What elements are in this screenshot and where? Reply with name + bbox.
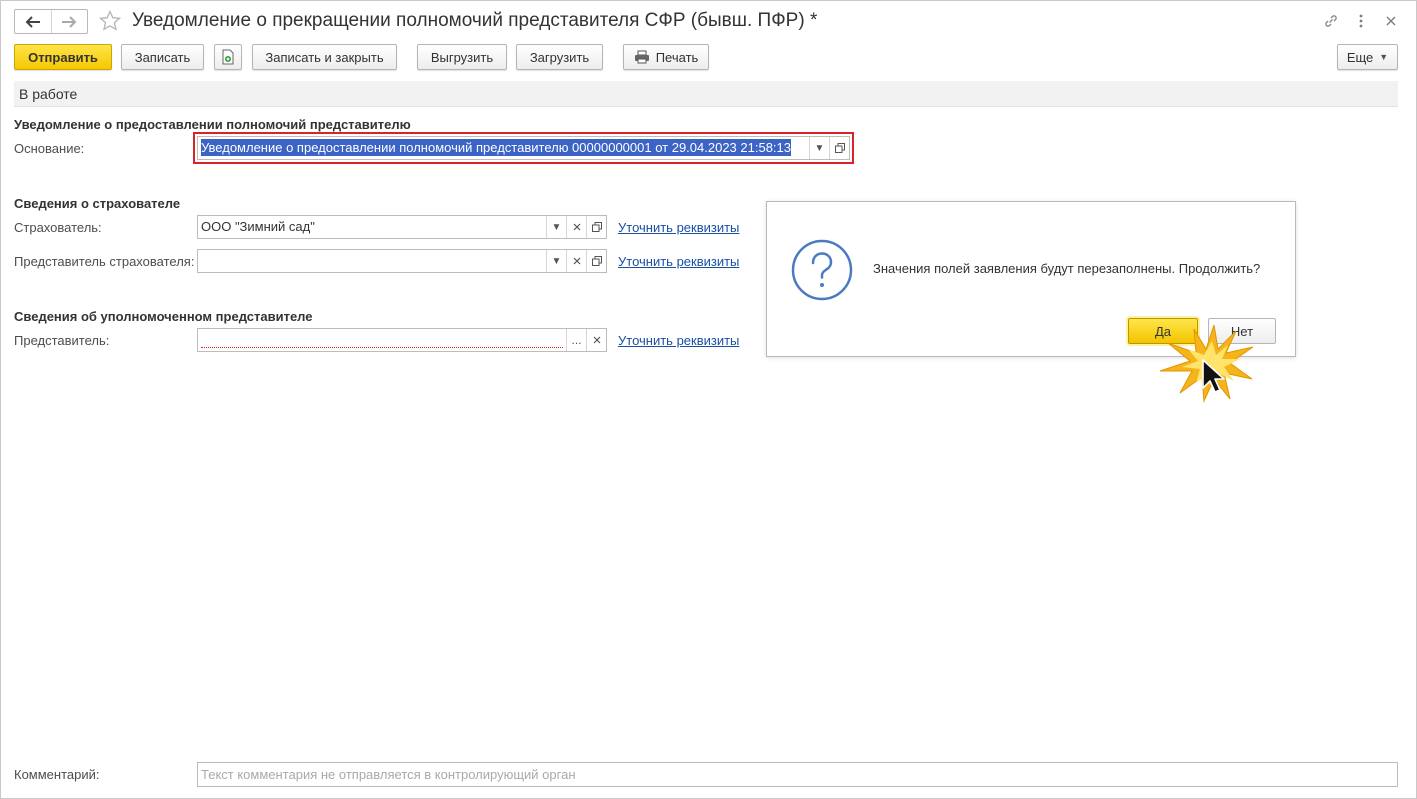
basis-field[interactable]: Уведомление о предоставлении полномочий … bbox=[197, 136, 850, 160]
insurer-rep-value bbox=[198, 250, 546, 272]
clear-icon bbox=[573, 223, 580, 231]
insurer-value: ООО "Зимний сад" bbox=[201, 219, 315, 234]
window-title: Уведомление о прекращении полномочий пре… bbox=[132, 10, 818, 31]
question-icon bbox=[791, 239, 853, 301]
send-button[interactable]: Отправить bbox=[14, 44, 112, 70]
representative-clear-button[interactable] bbox=[586, 329, 606, 351]
open-window-icon bbox=[591, 256, 602, 266]
save-and-close-button[interactable]: Записать и закрыть bbox=[252, 44, 397, 70]
close-button[interactable] bbox=[1380, 10, 1402, 32]
required-marker bbox=[201, 347, 563, 348]
insurer-rep-dropdown-button[interactable]: ▼ bbox=[546, 250, 566, 272]
dropdown-arrow-icon: ▼ bbox=[551, 255, 562, 267]
favorite-star-icon[interactable] bbox=[98, 9, 122, 33]
comment-label: Комментарий: bbox=[14, 767, 100, 782]
navigation-buttons bbox=[14, 9, 88, 34]
basis-value-container: Уведомление о предоставлении полномочий … bbox=[198, 137, 809, 159]
basis-section-title: Уведомление о предоставлении полномочий … bbox=[14, 117, 411, 132]
link-button[interactable] bbox=[1320, 10, 1342, 32]
mouse-cursor-icon bbox=[1202, 359, 1225, 393]
back-button[interactable] bbox=[15, 10, 51, 33]
representative-section-title: Сведения об уполномоченном представителе bbox=[14, 309, 313, 324]
insurer-field[interactable]: ООО "Зимний сад" ▼ bbox=[197, 215, 607, 239]
print-button-label: Печать bbox=[655, 49, 699, 65]
save-button[interactable]: Записать bbox=[121, 44, 204, 70]
more-menu-label: Еще bbox=[1346, 49, 1374, 65]
print-button[interactable]: Печать bbox=[623, 44, 709, 70]
representative-value bbox=[198, 329, 566, 351]
insurer-open-button[interactable] bbox=[586, 216, 606, 238]
dropdown-arrow-icon: ▼ bbox=[1379, 52, 1389, 62]
status-bar: В работе bbox=[14, 81, 1398, 107]
link-icon bbox=[1325, 15, 1337, 27]
clear-icon bbox=[573, 257, 580, 265]
insurer-label: Страхователь: bbox=[14, 220, 102, 235]
form-window: Уведомление о прекращении полномочий пре… bbox=[0, 0, 1417, 799]
open-window-icon bbox=[591, 222, 602, 232]
close-icon bbox=[1386, 16, 1396, 26]
dropdown-arrow-icon: ▼ bbox=[551, 221, 562, 233]
save-document-button[interactable] bbox=[214, 44, 242, 70]
insurer-rep-open-button[interactable] bbox=[586, 250, 606, 272]
arrow-left-icon bbox=[25, 15, 40, 28]
representative-field[interactable]: ... bbox=[197, 328, 607, 352]
representative-clarify-link[interactable]: Уточнить реквизиты bbox=[618, 333, 739, 348]
insurer-dropdown-button[interactable]: ▼ bbox=[546, 216, 566, 238]
representative-label: Представитель: bbox=[14, 333, 110, 348]
import-button[interactable]: Загрузить bbox=[516, 44, 603, 70]
more-actions-button[interactable] bbox=[1350, 10, 1372, 32]
more-icon bbox=[1359, 14, 1363, 28]
insurer-rep-label: Представитель страхователя: bbox=[14, 254, 195, 269]
open-window-icon bbox=[834, 143, 845, 153]
export-button[interactable]: Выгрузить bbox=[417, 44, 507, 70]
clear-icon bbox=[593, 336, 600, 344]
insurer-section-title: Сведения о страхователе bbox=[14, 196, 181, 211]
insurer-clear-button[interactable] bbox=[566, 216, 586, 238]
basis-label: Основание: bbox=[14, 141, 85, 156]
document-save-icon bbox=[222, 49, 234, 65]
basis-value: Уведомление о предоставлении полномочий … bbox=[201, 139, 791, 156]
insurer-rep-clear-button[interactable] bbox=[566, 250, 586, 272]
printer-icon bbox=[634, 50, 649, 64]
insurer-clarify-link[interactable]: Уточнить реквизиты bbox=[618, 220, 739, 235]
comment-input[interactable] bbox=[197, 762, 1398, 787]
ellipsis-icon: ... bbox=[571, 333, 582, 347]
insurer-rep-field[interactable]: ▼ bbox=[197, 249, 607, 273]
representative-select-button[interactable]: ... bbox=[566, 329, 586, 351]
more-menu-button[interactable]: Еще ▼ bbox=[1337, 44, 1398, 70]
basis-dropdown-button[interactable]: ▼ bbox=[809, 137, 829, 159]
dropdown-arrow-icon: ▼ bbox=[814, 142, 825, 154]
forward-button[interactable] bbox=[50, 10, 88, 33]
basis-open-button[interactable] bbox=[829, 137, 849, 159]
dialog-message: Значения полей заявления будут перезапол… bbox=[873, 261, 1261, 276]
insurer-rep-clarify-link[interactable]: Уточнить реквизиты bbox=[618, 254, 739, 269]
arrow-right-icon bbox=[62, 15, 77, 28]
